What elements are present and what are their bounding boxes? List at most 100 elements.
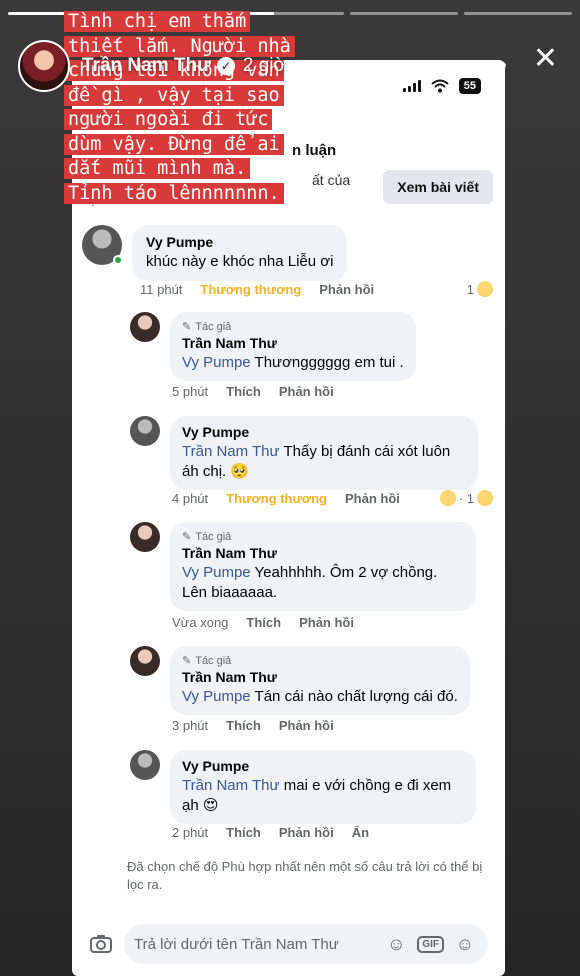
- overlay-line: dùm vậy. Đừng để ai: [64, 133, 284, 155]
- comment-author[interactable]: Trần Nam Thư: [182, 335, 404, 351]
- reaction-count-label: 1: [466, 281, 474, 297]
- overlay-line: dắt mũi mình mà.: [64, 158, 251, 179]
- story-user[interactable]: Trần Nam Thư ✓ 2 giờ: [18, 40, 286, 92]
- comment-bubble: ✎ Tác giả Trần Nam Thư Vy Pumpe Tán cái n…: [170, 646, 470, 715]
- comment-actions: 5 phút Thích Phản hồi: [172, 384, 334, 399]
- avatar[interactable]: [18, 40, 70, 92]
- emoji-icon[interactable]: ☺: [452, 931, 478, 957]
- reaction-button[interactable]: Thương thương: [200, 282, 301, 297]
- more-icon[interactable]: •••: [478, 50, 508, 81]
- comment-time[interactable]: Vừa xong: [172, 615, 228, 630]
- comment-item: ✎ Tác giả Trần Nam Thư Vy Pumpe Thươngggg…: [130, 312, 416, 381]
- overlay-line: người ngoài đi tức: [64, 109, 273, 130]
- view-post-button[interactable]: Xem bài viết: [383, 170, 493, 204]
- avatar[interactable]: [130, 522, 160, 552]
- comment-actions: 3 phút Thích Phản hồi: [172, 718, 334, 733]
- pencil-icon: ✎: [182, 655, 192, 667]
- comment-text: Vy Pumpe Tán cái nào chất lượng cái đó.: [182, 687, 458, 707]
- story-progress-segment: [350, 12, 458, 15]
- reply-input[interactable]: Trả lời dưới tên Trần Nam Thư ☺ GIF ☺: [124, 924, 488, 964]
- reply-button[interactable]: Phản hồi: [279, 825, 334, 840]
- comment-bubble: ✎ Tác giả Trần Nam Thư Vy Pumpe Thươngggg…: [170, 312, 416, 381]
- mention-link[interactable]: Vy Pumpe: [182, 564, 251, 581]
- comment-bubble: Vy Pumpe Trần Nam Thư mai e với chồng e …: [170, 750, 476, 824]
- comment-body: Tán cái nào chất lượng cái đó.: [250, 688, 458, 705]
- comment-author[interactable]: Vy Pumpe: [146, 234, 333, 250]
- close-icon[interactable]: ✕: [533, 44, 558, 74]
- comment-author[interactable]: Trần Nam Thư: [182, 669, 458, 685]
- hide-button[interactable]: Ẩn: [352, 825, 369, 840]
- sticker-icon[interactable]: ☺: [383, 931, 409, 957]
- story-progress-segment: [464, 12, 572, 15]
- avatar[interactable]: [130, 312, 160, 342]
- reply-placeholder: Trả lời dưới tên Trần Nam Thư: [134, 935, 339, 953]
- like-button[interactable]: Thích: [246, 615, 281, 630]
- comment-text: Trần Nam Thư Thấy bị đánh cái xót luôn á…: [182, 442, 466, 482]
- author-tag-label: Tác giả: [195, 530, 232, 543]
- comment-actions: 4 phút Thương thương Phản hồi: [172, 491, 400, 506]
- gif-icon[interactable]: GIF: [417, 935, 444, 953]
- author-tag-label: Tác giả: [195, 320, 232, 333]
- pencil-icon: ✎: [182, 531, 192, 543]
- comment-text: Vy Pumpe Thươngggggg em tui .: [182, 353, 404, 373]
- like-button[interactable]: Thích: [226, 825, 261, 840]
- comment-text: khúc này e khóc nha Liễu ơi: [146, 253, 334, 270]
- comment-item: Vy Pumpe Trần Nam Thư Thấy bị đánh cái x…: [130, 416, 478, 490]
- comment-author[interactable]: Vy Pumpe: [182, 424, 466, 440]
- comment-bubble: Vy Pumpe Trần Nam Thư Thấy bị đánh cái x…: [170, 416, 478, 490]
- pencil-icon: ✎: [182, 321, 192, 333]
- comment-actions: 2 phút Thích Phản hồi Ẩn: [172, 825, 369, 840]
- mention-link[interactable]: Vy Pumpe: [182, 354, 251, 371]
- story-user-name-label: Trần Nam Thư: [82, 55, 211, 76]
- story-time: 2 giờ: [242, 55, 286, 76]
- mention-link[interactable]: Vy Pumpe: [182, 688, 251, 705]
- like-button[interactable]: Thích: [226, 718, 261, 733]
- comment-item: Vy Pumpe khúc này e khóc nha Liễu ơi: [82, 225, 348, 281]
- comment-body: Thươngggggg em tui .: [250, 354, 404, 371]
- mention-link[interactable]: Trần Nam Thư: [182, 777, 280, 794]
- comment-time[interactable]: 3 phút: [172, 718, 208, 733]
- author-tag: ✎ Tác giả: [182, 530, 464, 544]
- overlay-line: Tỉnh táo lênnnnnnn.: [64, 182, 284, 204]
- reply-button[interactable]: Phản hồi: [279, 718, 334, 733]
- care-reaction-icon: [477, 490, 493, 506]
- comment-text: Trần Nam Thư mai e với chồng e đi xem ạh…: [182, 776, 464, 816]
- comment-text: Vy Pumpe Yeahhhhh. Ôm 2 vợ chồng. Lên bi…: [182, 563, 464, 603]
- reply-button[interactable]: Phản hồi: [319, 282, 374, 297]
- comment-time[interactable]: 4 phút: [172, 491, 208, 506]
- care-reaction-icon: [439, 490, 456, 506]
- comment-time[interactable]: 2 phút: [172, 825, 208, 840]
- overlay-line: Tình chị em thắm: [64, 11, 251, 32]
- care-reaction-icon: [477, 281, 493, 297]
- avatar[interactable]: [130, 416, 160, 446]
- avatar[interactable]: [130, 750, 160, 780]
- comment-bubble: ✎ Tác giả Trần Nam Thư Vy Pumpe Yeahhhhh.…: [170, 522, 476, 611]
- wifi-icon: [431, 79, 449, 93]
- comment-time[interactable]: 5 phút: [172, 384, 208, 399]
- author-tag-label: Tác giả: [195, 654, 232, 667]
- avatar[interactable]: [130, 646, 160, 676]
- comment-actions: Vừa xong Thích Phản hồi: [172, 615, 354, 630]
- signal-icon: [402, 80, 421, 92]
- reaction-button[interactable]: Thương thương: [226, 491, 327, 506]
- reply-button[interactable]: Phản hồi: [345, 491, 400, 506]
- like-button[interactable]: Thích: [226, 384, 261, 399]
- comment-bubble: Vy Pumpe khúc này e khóc nha Liễu ơi: [132, 225, 348, 281]
- story-user-name[interactable]: Trần Nam Thư ✓: [82, 55, 235, 77]
- author-tag: ✎ Tác giả: [182, 320, 404, 334]
- mention-link[interactable]: Trần Nam Thư: [182, 443, 280, 460]
- camera-icon[interactable]: [88, 931, 114, 957]
- reaction-count[interactable]: 1: [467, 281, 493, 297]
- reply-bar: Trả lời dưới tên Trần Nam Thư ☺ GIF ☺: [88, 924, 488, 964]
- author-tag: ✎ Tác giả: [182, 654, 458, 668]
- reaction-count[interactable]: · 1: [439, 490, 493, 506]
- comment-actions: 11 phút Thương thương Phản hồi: [140, 282, 374, 297]
- comment-author[interactable]: Vy Pumpe: [182, 758, 464, 774]
- comment-time[interactable]: 11 phút: [140, 282, 182, 297]
- avatar[interactable]: [82, 225, 123, 265]
- reply-button[interactable]: Phản hồi: [279, 384, 334, 399]
- comment-item: Vy Pumpe Trần Nam Thư mai e với chồng e …: [130, 750, 476, 824]
- reply-button[interactable]: Phản hồi: [299, 615, 354, 630]
- comment-author[interactable]: Trần Nam Thư: [182, 545, 464, 561]
- phone-status-bar: 55: [402, 78, 481, 94]
